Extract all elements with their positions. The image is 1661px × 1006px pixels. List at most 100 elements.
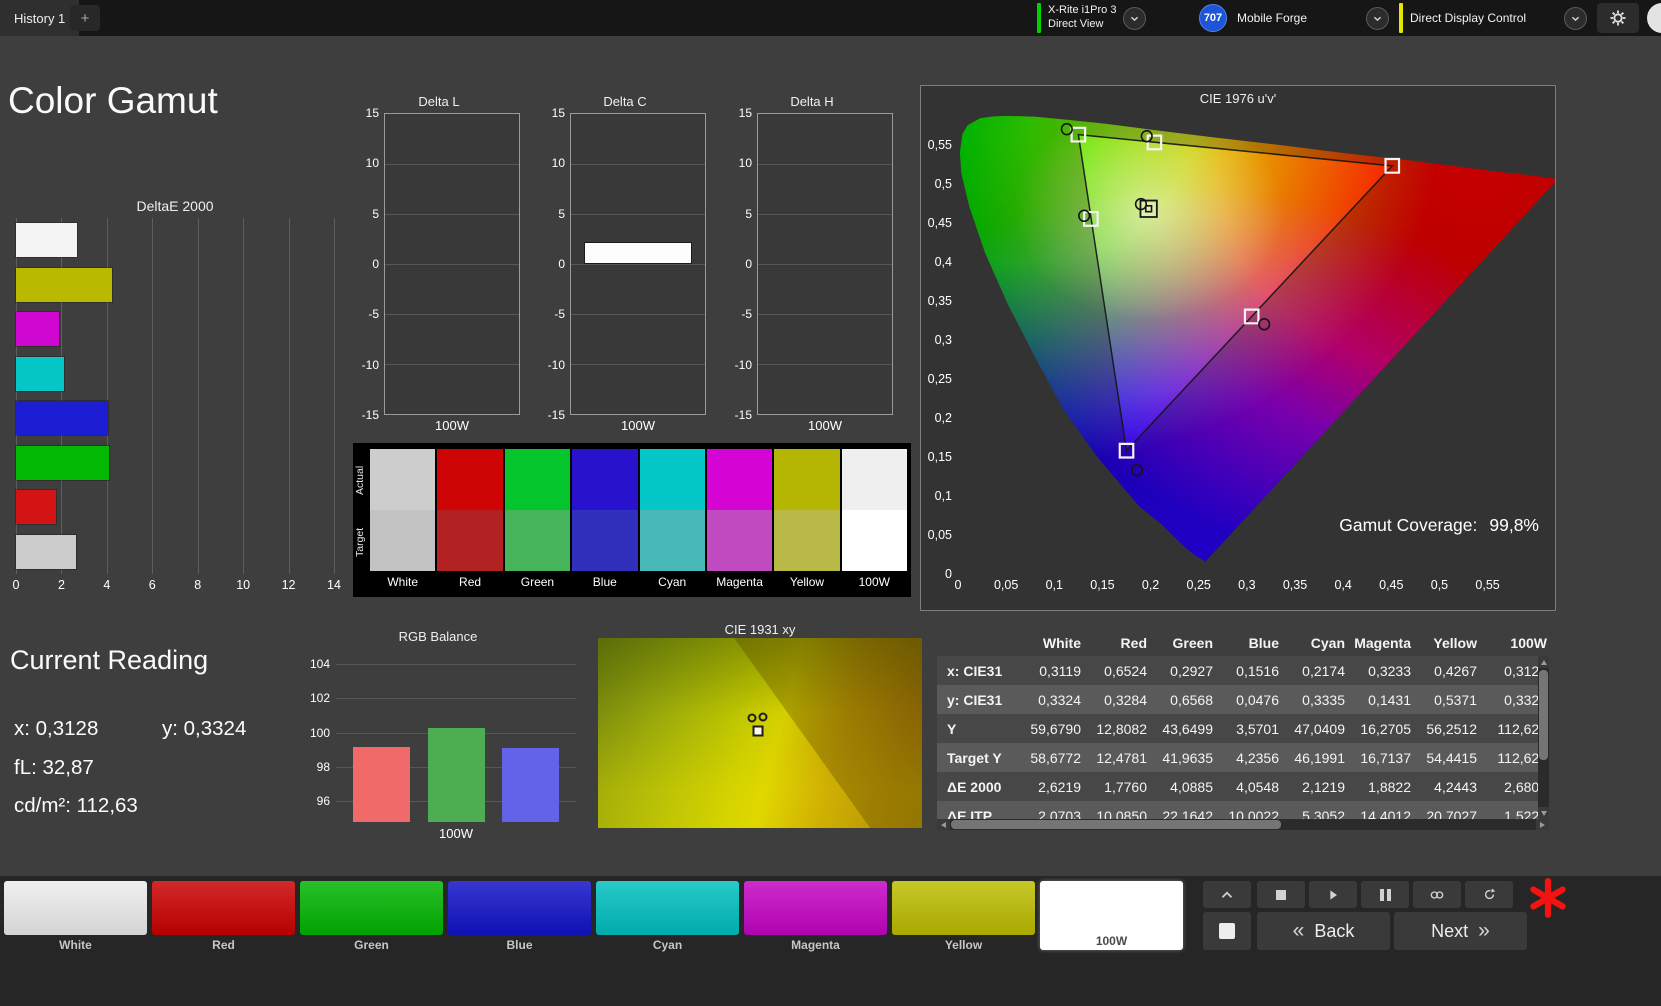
table-header-row: White Red Green Blue Cyan Magenta Yellow 100W	[937, 630, 1549, 656]
pattern-swatch-red[interactable]: Red	[152, 881, 295, 952]
gridline	[571, 264, 705, 265]
ytick: 5	[558, 206, 565, 221]
column-header-yellow: Yellow	[1433, 635, 1477, 651]
pattern-swatch-cyan[interactable]: Cyan	[596, 881, 739, 952]
deltae-bar-white	[16, 534, 76, 569]
gear-icon	[1610, 10, 1626, 26]
row-label: ΔE 2000	[947, 778, 1002, 795]
source-label: Mobile Forge	[1237, 11, 1308, 25]
pause-button[interactable]	[1361, 881, 1409, 908]
delta-c-plot	[570, 113, 706, 415]
edge-round-button[interactable]	[1647, 3, 1661, 33]
source-dropdown-button[interactable]	[1366, 6, 1389, 30]
next-button[interactable]: Next »	[1394, 912, 1527, 950]
vertical-scroll-thumb[interactable]	[1539, 670, 1548, 760]
cie76-plot: Gamut Coverage: 99,8%	[958, 112, 1555, 574]
patch-column-blue: Blue	[572, 449, 638, 593]
cie76-xtick: 0,35	[1282, 578, 1308, 592]
back-chevron-icon: «	[1292, 919, 1305, 942]
add-tab-button[interactable]: +	[70, 5, 100, 31]
reading-x-value: 0,3128	[35, 717, 99, 740]
patch-actual-yellow	[774, 449, 840, 510]
cie76-xtick: 0	[954, 578, 962, 592]
rgb-bar-blue	[501, 748, 559, 822]
scroll-up-button[interactable]	[1538, 656, 1549, 668]
deltae-bars	[16, 218, 334, 574]
deltae-bar-magenta	[16, 312, 59, 347]
chevron-down-icon	[1571, 16, 1580, 21]
back-button[interactable]: « Back	[1257, 912, 1390, 950]
scroll-right-button[interactable]	[1536, 819, 1549, 830]
triangle-right-icon	[1540, 821, 1545, 828]
tab-history-1[interactable]: History 1	[0, 0, 80, 36]
swatch-columns: White Red Green Blue Cyan Magenta Yellow 100W	[370, 449, 907, 593]
meter-count-badge[interactable]: 707	[1199, 4, 1227, 32]
stop-icon	[1276, 889, 1286, 900]
settings-button[interactable]	[1597, 3, 1639, 33]
reading-lum-label: cd/m²:	[14, 794, 71, 817]
cie-1931-chart: CIE 1931 xy	[598, 622, 922, 828]
display-control-dropdown-button[interactable]	[1564, 6, 1587, 30]
scroll-left-button[interactable]	[937, 819, 950, 830]
cie76-ytick: 0,55	[927, 137, 952, 152]
pattern-swatch-blue[interactable]: Blue	[448, 881, 591, 952]
source-selector[interactable]: Mobile Forge	[1237, 6, 1389, 30]
horizontal-scroll-thumb[interactable]	[951, 820, 1281, 829]
collapse-panel-button[interactable]	[1203, 881, 1251, 908]
table-cell: 4,0885	[1170, 778, 1213, 795]
table-cell: 0,1431	[1368, 691, 1411, 708]
pattern-swatch-magenta[interactable]: Magenta	[744, 881, 887, 952]
pause-icon	[1379, 888, 1391, 901]
stop-button[interactable]	[1257, 881, 1305, 908]
table-cell: 1,7760	[1104, 778, 1147, 795]
ytick: -10	[547, 357, 565, 372]
results-panel: White Red Green Blue Cyan Magenta Yellow 100W x:…	[937, 630, 1549, 830]
pattern-swatch-yellow[interactable]: Yellow	[892, 881, 1035, 952]
scroll-down-button[interactable]	[1538, 807, 1549, 819]
deltae-xtick: 8	[194, 578, 202, 592]
reading-fl: fL: 32,87	[14, 756, 94, 780]
cie76-title: CIE 1976 u'v'	[1199, 91, 1277, 106]
topbar-right-cluster: X-Rite i1Pro 3 Direct View 707 Mobile Fo…	[1037, 0, 1639, 36]
loop-button[interactable]	[1413, 881, 1461, 908]
meter-name: X-Rite i1Pro 3	[1048, 4, 1117, 17]
patch-label: Yellow	[789, 575, 825, 589]
meter-dropdown-button[interactable]	[1123, 6, 1147, 30]
cie31-title: CIE 1931 xy	[724, 622, 796, 637]
delta-l-xlabel: 100W	[435, 418, 469, 433]
pattern-swatch-green[interactable]: Green	[300, 881, 443, 952]
table-cell: 16,7137	[1360, 749, 1411, 766]
pattern-swatch-color	[152, 881, 295, 935]
cie76-xtick: 0,45	[1379, 578, 1404, 592]
next-chevron-icon: »	[1478, 919, 1490, 942]
gridline	[385, 364, 519, 365]
gamut-coverage-value: 99,8%	[1489, 515, 1539, 535]
plus-icon: +	[80, 9, 90, 27]
ytick: 102	[309, 691, 330, 706]
play-button[interactable]	[1309, 881, 1357, 908]
table-cell: 0,1516	[1236, 662, 1279, 679]
cie76-ytick: 0,4	[934, 254, 952, 269]
deltae-bar-row	[16, 263, 334, 308]
cie76-ytick: 0,25	[927, 371, 952, 386]
cie76-ytick: 0,45	[927, 215, 952, 230]
table-cell: 54,4415	[1426, 749, 1477, 766]
asterisk-icon	[1530, 878, 1566, 918]
pattern-window-button[interactable]	[1203, 912, 1251, 950]
deltae-xlabels: 0 2 4 6 8 10 12 14	[13, 578, 341, 596]
refresh-button[interactable]	[1465, 881, 1513, 908]
table-horizontal-scrollbar[interactable]	[937, 819, 1549, 830]
display-control-selector[interactable]: Direct Display Control	[1399, 3, 1587, 33]
ytick: 0	[372, 257, 379, 271]
deltae-2000-chart: DeltaE 2000 0 2 4 6 8 10 12 14	[13, 198, 341, 596]
meter-selector[interactable]: X-Rite i1Pro 3 Direct View	[1037, 3, 1189, 33]
pattern-swatch-100w[interactable]: 100W	[1040, 881, 1183, 952]
delta-l-title: Delta L	[418, 94, 460, 109]
table-vertical-scrollbar[interactable]	[1538, 656, 1549, 819]
cie76-ytick: 0,5	[934, 176, 952, 191]
reading-luminance: cd/m²: 112,63	[14, 794, 138, 818]
gridline	[758, 164, 892, 165]
pattern-swatch-white[interactable]: White	[4, 881, 147, 952]
rgb-ylabels: 104 102 100 98 96	[300, 647, 336, 822]
table-cell: 16,2705	[1360, 720, 1411, 737]
